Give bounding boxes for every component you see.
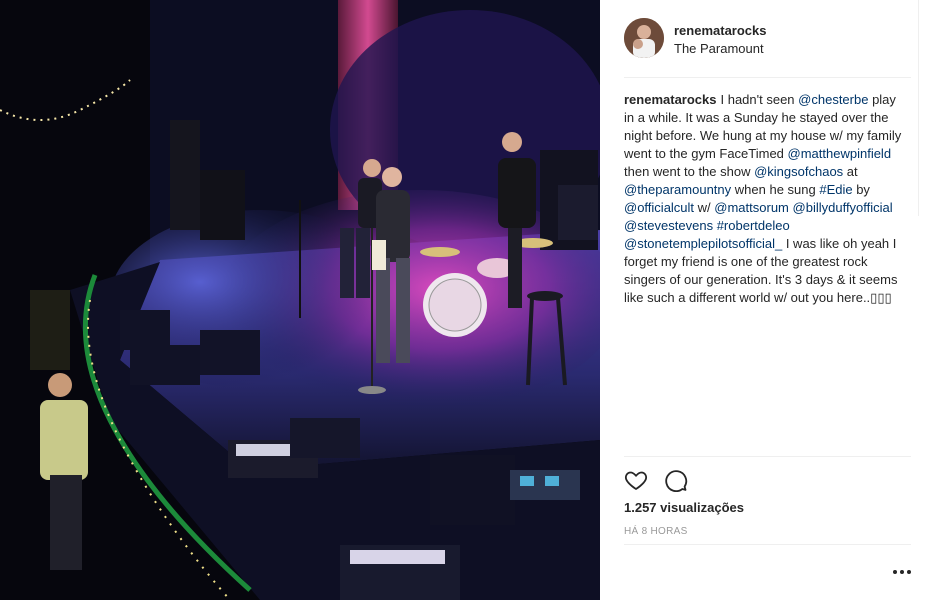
post-timestamp[interactable]: HÁ 8 HORAS <box>624 526 688 537</box>
caption-text-segment: w/ <box>694 200 715 215</box>
caption-mention-link[interactable]: @officialcult <box>624 200 694 215</box>
more-options-icon[interactable] <box>892 566 912 580</box>
caption-text: I hadn't seen @chesterbe play in a while… <box>624 92 901 305</box>
actions-divider <box>624 456 911 457</box>
post-actions <box>624 468 744 492</box>
caption-hashtag-link[interactable]: #Edie <box>819 182 852 197</box>
caption-text-segment: by <box>852 182 870 197</box>
caption-mention-link[interactable]: @billyduffyofficial <box>793 200 893 215</box>
post-header: renematarocks The Paramount <box>624 18 912 60</box>
caption-mention-link[interactable]: @kingsofchaos <box>754 164 843 179</box>
caption-mention-link[interactable]: @chesterbe <box>798 92 868 107</box>
footer-divider <box>624 544 911 545</box>
caption-text-segment: when he sung <box>731 182 820 197</box>
caption-mention-link[interactable]: @theparamountny <box>624 182 731 197</box>
caption-hashtag-link[interactable]: #robertdeleo <box>717 218 790 233</box>
caption-username[interactable]: renematarocks <box>624 92 717 107</box>
header-divider <box>624 77 911 78</box>
post-photo[interactable] <box>0 0 600 600</box>
avatar[interactable] <box>624 18 664 58</box>
post-caption: renematarocks I hadn't seen @chesterbe pl… <box>624 91 906 307</box>
concert-stage-image <box>0 0 600 600</box>
post-username[interactable]: renematarocks <box>674 23 767 38</box>
heart-icon[interactable] <box>624 468 648 492</box>
caption-mention-link[interactable]: @stevestevens <box>624 218 713 233</box>
post-location[interactable]: The Paramount <box>674 41 764 56</box>
caption-text-segment: I hadn't seen <box>720 92 799 107</box>
comment-icon[interactable] <box>664 468 688 492</box>
view-count[interactable]: 1.257 visualizações <box>624 500 744 515</box>
caption-mention-link[interactable]: @matthewpinfield <box>788 146 892 161</box>
caption-mention-link[interactable]: @stonetemplepilotsofficial_ <box>624 236 782 251</box>
caption-text-segment: then went to the show <box>624 164 755 179</box>
caption-mention-link[interactable]: @mattsorum <box>714 200 789 215</box>
avatar-image <box>624 18 664 58</box>
scroll-edge <box>918 0 919 216</box>
caption-text-segment: at <box>843 164 858 179</box>
